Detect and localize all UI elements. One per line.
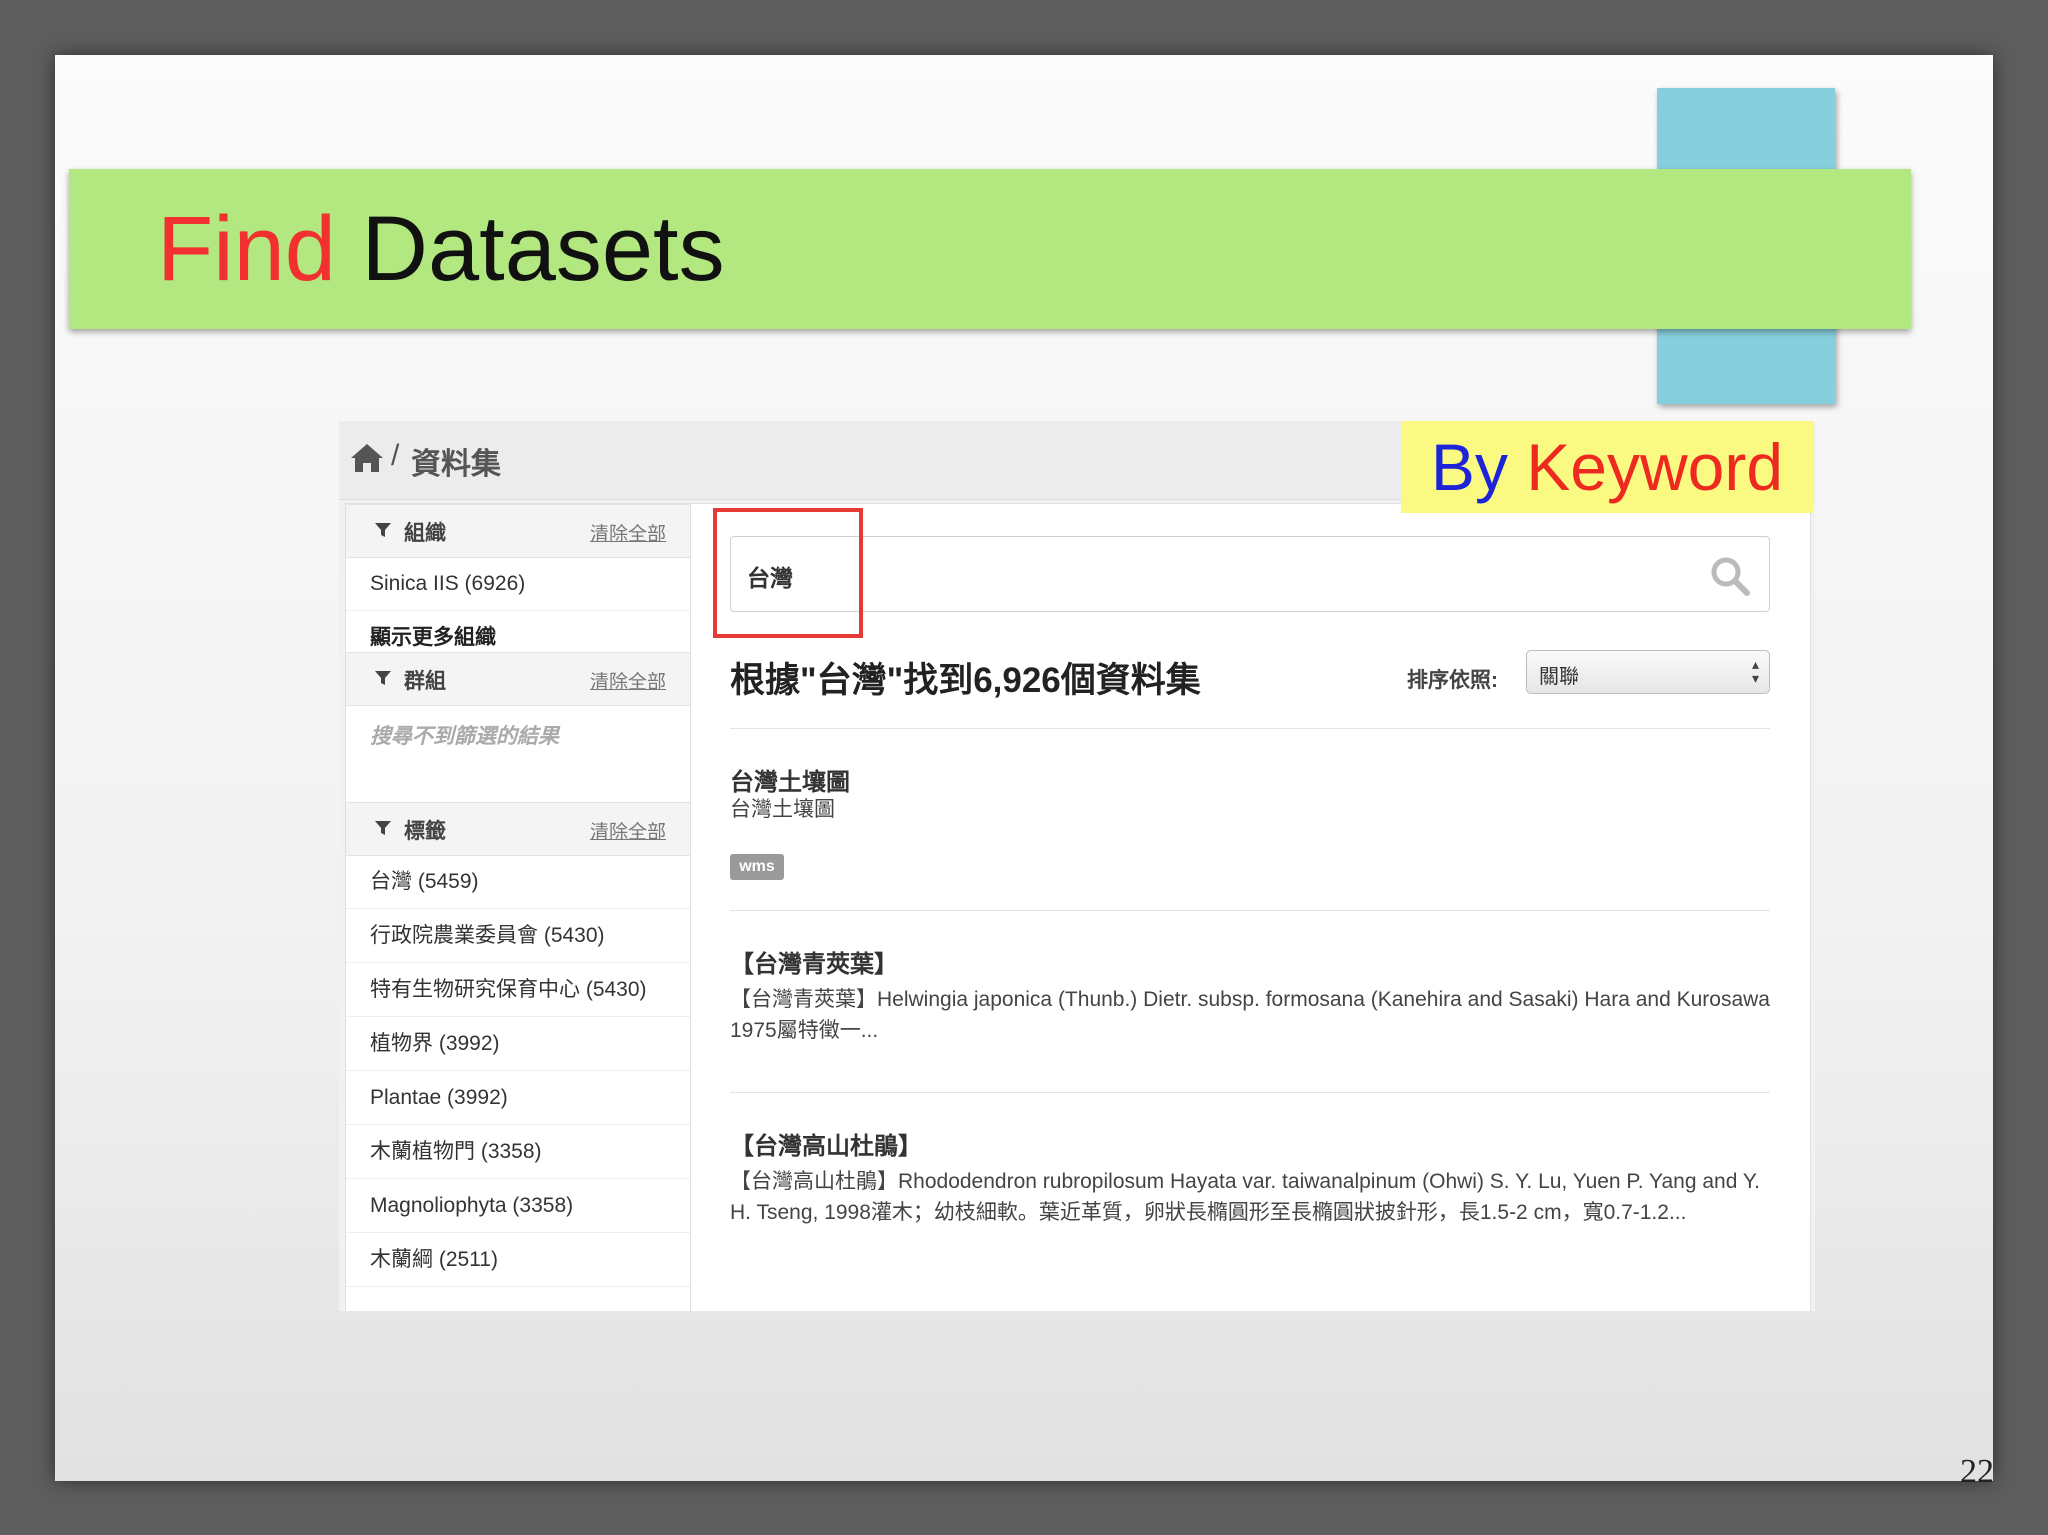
slide: Find Datasets / 資料集 組織 清除全部 Sinica IIS (… [55,55,1994,1490]
facet-item-tag[interactable]: 木蘭植物門 (3358) [346,1125,690,1179]
facet-item-organization[interactable]: Sinica IIS (6926) [346,557,690,611]
sort-label: 排序依照: [1407,669,1498,692]
filter-icon [375,821,391,835]
badge-keyword-word: Keyword [1507,430,1784,504]
divider [730,1092,1770,1093]
dataset-title-link[interactable]: 【台灣高山杜鵑】 [730,1126,922,1161]
divider [730,728,1770,729]
clear-all-tags-link[interactable]: 清除全部 [590,817,666,844]
facet-item-tag[interactable]: 特有生物研究保育中心 (5430) [346,963,690,1017]
dataset-title-link[interactable]: 台灣土壤圖 [730,762,850,797]
facet-title-organizations: 組織 [404,522,446,545]
title-find-word: Find [157,198,336,300]
facet-title-groups: 群組 [404,670,446,693]
dataset-description: 【台灣高山杜鵑】Rhododendron rubropilosum Hayata… [730,1170,1760,1224]
title-bar: Find Datasets [69,169,1911,329]
sort-select[interactable]: 關聯 ▴ ▾ [1526,650,1770,694]
page-number: 22 [1960,1453,1994,1490]
results-main: 台灣 根據"台灣"找到6,926個資料集 排序依照: 關聯 ▴ ▾ 台灣土壤圖 台… [691,504,1810,1311]
facet-title-tags: 標籤 [404,820,446,843]
search-input[interactable]: 台灣 [730,536,1770,612]
content-panel: 組織 清除全部 Sinica IIS (6926) 顯示更多組織 群組 清除全部… [345,503,1811,1311]
badge-by-word: By [1430,430,1508,504]
breadcrumb-separator: / [391,439,400,472]
facet-item-tag[interactable]: 植物界 (3992) [346,1017,690,1071]
slide-title: Find Datasets [157,199,725,299]
search-keyword-highlight [713,508,863,638]
filter-icon [375,671,391,685]
groups-empty-message: 搜尋不到篩選的結果 [370,725,559,748]
facet-item-tag[interactable]: 木蘭綱 (2511) [346,1233,690,1287]
divider [730,910,1770,911]
facet-header-groups: 群組 清除全部 [346,652,690,706]
facet-item-tag[interactable]: 台灣 (5459) [346,855,690,909]
screenshot-dataset-search: / 資料集 組織 清除全部 Sinica IIS (6926) 顯示更多組織 群… [339,421,1815,1311]
search-icon[interactable] [1709,555,1751,597]
dataset-format-badge[interactable]: wms [730,854,784,880]
by-keyword-badge: By Keyword [1401,421,1813,513]
dataset-description: 【台灣青莢葉】Helwingia japonica (Thunb.) Dietr… [730,988,1770,1042]
facet-header-organizations: 組織 清除全部 [346,504,690,558]
facet-item-tag[interactable]: 行政院農業委員會 (5430) [346,909,690,963]
title-datasets-word: Datasets [335,198,725,300]
filter-icon [375,523,391,537]
facet-sidebar: 組織 清除全部 Sinica IIS (6926) 顯示更多組織 群組 清除全部… [346,504,691,1311]
facet-header-tags: 標籤 清除全部 [346,802,690,856]
breadcrumb-datasets-link[interactable]: 資料集 [411,439,501,483]
facet-item-tag[interactable]: Magnoliophyta (3358) [346,1179,690,1233]
clear-all-organizations-link[interactable]: 清除全部 [590,519,666,546]
select-arrows-icon: ▴ ▾ [1751,656,1759,686]
results-count-heading: 根據"台灣"找到6,926個資料集 [730,661,1201,700]
home-icon[interactable] [349,440,385,476]
facet-item-tag[interactable]: Plantae (3992) [346,1071,690,1125]
clear-all-groups-link[interactable]: 清除全部 [590,667,666,694]
dataset-description: 台灣土壤圖 [730,798,835,821]
dataset-title-link[interactable]: 【台灣青莢葉】 [730,944,898,979]
sort-selected-value: 關聯 [1539,666,1579,688]
